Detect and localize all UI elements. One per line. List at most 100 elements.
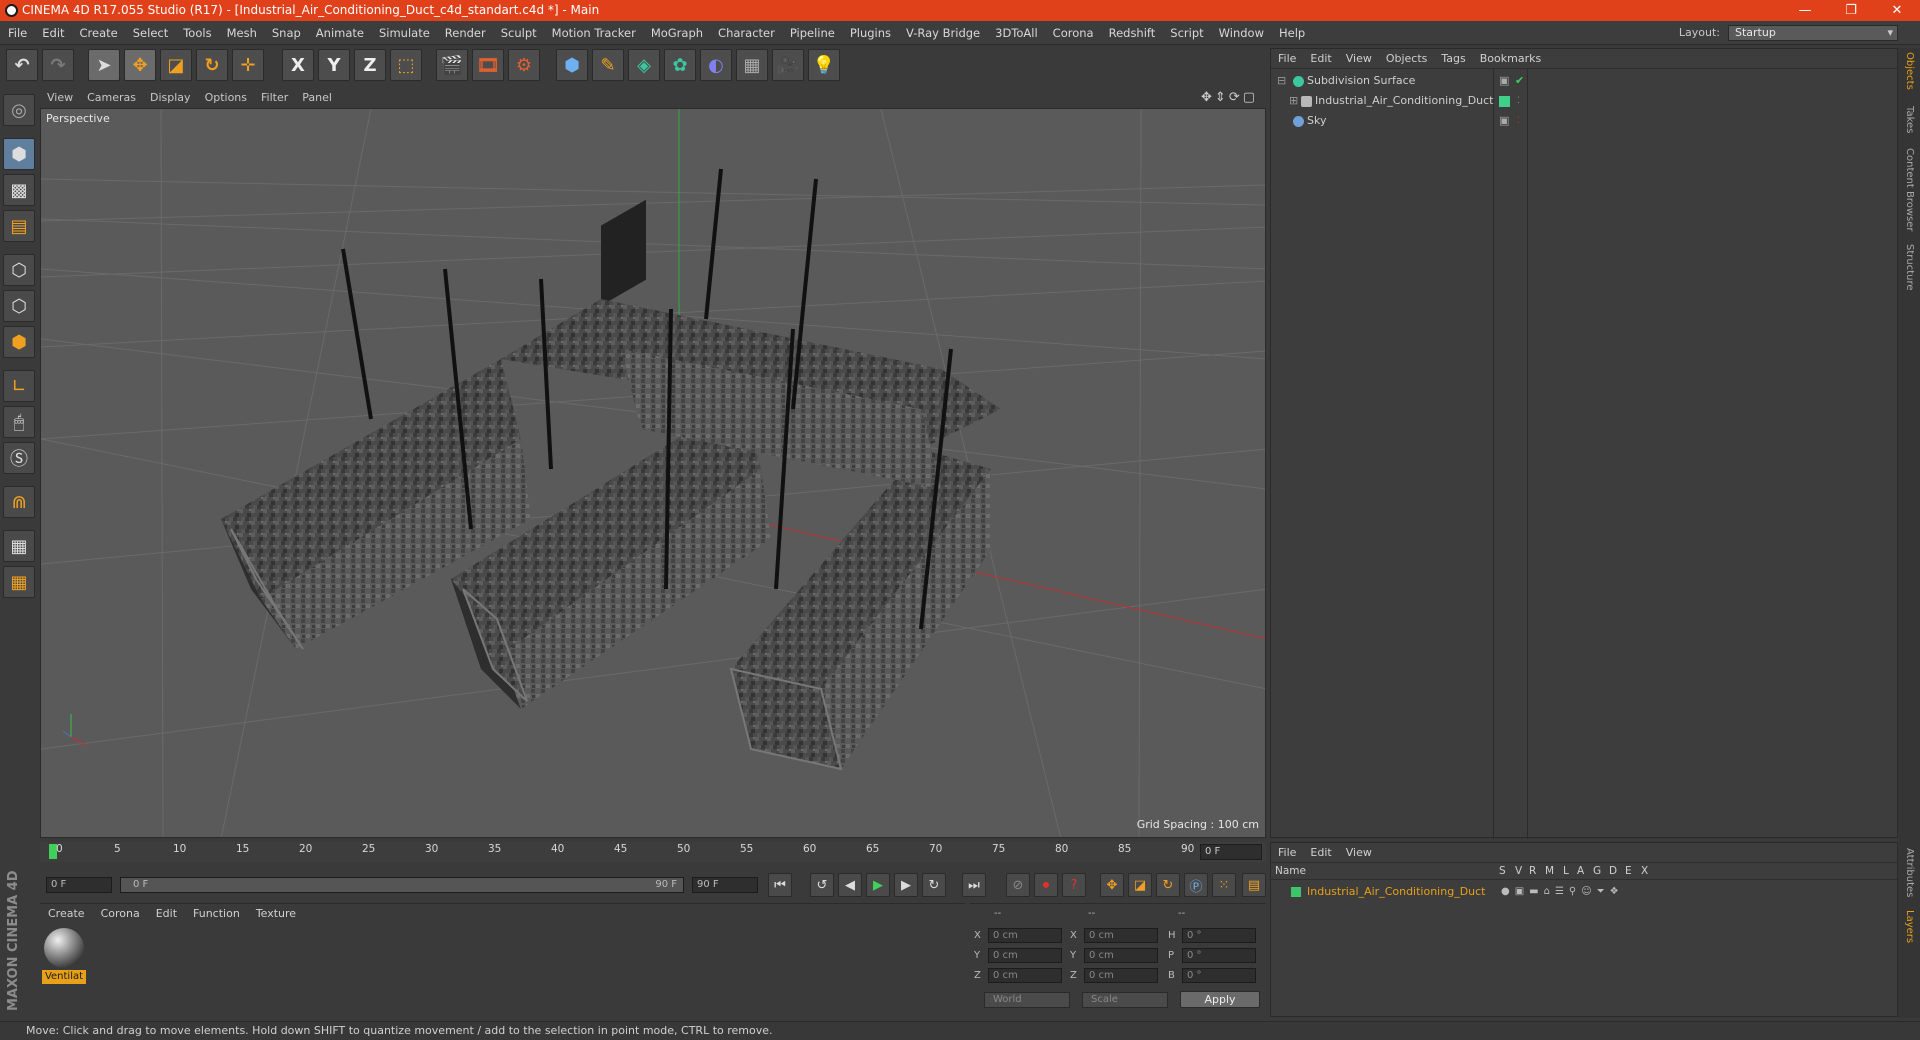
deformer-icon[interactable]: ◐ <box>700 49 732 81</box>
expand-icon[interactable]: ⊞ <box>1289 91 1298 111</box>
material-menu-edit[interactable]: Edit <box>148 904 185 924</box>
menu-plugins[interactable]: Plugins <box>842 21 898 45</box>
visibility-dots-icon[interactable]: ⁚ <box>1517 111 1520 131</box>
position-z-field[interactable]: 0 cm <box>988 968 1062 983</box>
autokey-icon[interactable]: ? <box>1062 873 1086 897</box>
menu-motion-tracker[interactable]: Motion Tracker <box>544 21 643 45</box>
menu-vray-bridge[interactable]: V-Ray Bridge <box>898 21 987 45</box>
menu-snap[interactable]: Snap <box>264 21 308 45</box>
camera-icon[interactable]: 🎥 <box>772 49 804 81</box>
make-editable-icon[interactable]: ◎ <box>3 94 35 126</box>
minimize-button[interactable]: — <box>1782 0 1828 21</box>
menu-edit[interactable]: Edit <box>34 21 71 45</box>
cube-primitive-icon[interactable]: ⬢ <box>556 49 588 81</box>
light-icon[interactable]: 💡 <box>808 49 840 81</box>
menu-animate[interactable]: Animate <box>308 21 371 45</box>
material-menu-texture[interactable]: Texture <box>248 904 304 924</box>
material-name-label[interactable]: Ventilat <box>42 970 86 984</box>
key-point-level-icon[interactable]: ⁙ <box>1212 873 1236 897</box>
size-y-field[interactable]: 0 cm <box>1084 948 1158 963</box>
layer-menu-edit[interactable]: Edit <box>1303 843 1338 863</box>
visibility-dots-icon[interactable]: ⁚ <box>1517 91 1520 111</box>
menu-window[interactable]: Window <box>1211 21 1271 45</box>
menu-create[interactable]: Create <box>72 21 125 45</box>
subdivision-surface-icon[interactable]: ◈ <box>628 49 660 81</box>
menu-character[interactable]: Character <box>710 21 782 45</box>
object-row-subdivision-surface[interactable]: ⊟ Subdivision Surface ▣ ✔ <box>1271 71 1897 91</box>
points-mode-icon[interactable]: ⬡ <box>3 254 35 286</box>
size-mode-dropdown[interactable]: Scale <box>1082 992 1168 1008</box>
object-row-sky[interactable]: Sky ▣ ⁚ <box>1271 111 1897 131</box>
layer-row[interactable]: Industrial_Air_Conditioning_Duct ●▣▬⌂☰⚲☺… <box>1271 882 1897 902</box>
rotate-tool-icon[interactable]: ↻ <box>196 49 228 81</box>
menu-mesh[interactable]: Mesh <box>219 21 264 45</box>
position-x-field[interactable]: 0 cm <box>988 928 1062 943</box>
go-to-end-icon[interactable]: ⏭ <box>962 873 986 897</box>
coordinate-mode-dropdown[interactable]: World <box>984 992 1070 1008</box>
key-scale-icon[interactable]: ◪ <box>1128 873 1152 897</box>
menu-script[interactable]: Script <box>1162 21 1210 45</box>
object-menu-file[interactable]: File <box>1271 49 1303 69</box>
menu-file[interactable]: File <box>0 21 34 45</box>
next-key-icon[interactable]: ↻ <box>922 873 946 897</box>
previous-frame-icon[interactable]: ◀ <box>838 873 862 897</box>
material-menu-create[interactable]: Create <box>40 904 93 924</box>
object-menu-objects[interactable]: Objects <box>1379 49 1435 69</box>
planar-workplane-icon[interactable]: ▦ <box>3 566 35 598</box>
position-y-field[interactable]: 0 cm <box>988 948 1062 963</box>
key-position-icon[interactable]: ✥ <box>1100 873 1124 897</box>
timeline-ruler[interactable]: 0 5 10 15 20 25 30 35 40 45 50 55 60 65 … <box>40 842 1266 862</box>
menu-simulate[interactable]: Simulate <box>371 21 437 45</box>
object-row-duct[interactable]: ⊞ Industrial_Air_Conditioning_Duct ⁚ <box>1271 91 1897 111</box>
z-axis-lock-button[interactable]: Z <box>354 49 386 81</box>
viewport-menu-options[interactable]: Options <box>198 88 254 108</box>
current-frame-field[interactable]: 0 F <box>1200 844 1262 860</box>
x-axis-lock-button[interactable]: X <box>282 49 314 81</box>
menu-corona[interactable]: Corona <box>1045 21 1101 45</box>
motion-record-icon[interactable]: ⊘ <box>1006 873 1030 897</box>
viewport-menu-view[interactable]: View <box>40 88 80 108</box>
record-keys-icon[interactable]: ⏺ <box>1034 873 1058 897</box>
object-menu-tags[interactable]: Tags <box>1434 49 1472 69</box>
layer-name[interactable]: Industrial_Air_Conditioning_Duct <box>1307 882 1486 902</box>
layer-toggle-icons[interactable]: ●▣▬⌂☰⚲☺⏷❖ <box>1501 882 1624 902</box>
workplane-icon[interactable]: ▤ <box>3 210 35 242</box>
material-menu-function[interactable]: Function <box>185 904 248 924</box>
layer-menu-file[interactable]: File <box>1271 843 1303 863</box>
render-settings-icon[interactable]: ⚙ <box>508 49 540 81</box>
material-menu-corona[interactable]: Corona <box>93 904 148 924</box>
menu-help[interactable]: Help <box>1271 21 1312 45</box>
play-icon[interactable]: ▶ <box>866 873 890 897</box>
menu-sculpt[interactable]: Sculpt <box>493 21 544 45</box>
polygons-mode-icon[interactable]: ⬢ <box>3 326 35 358</box>
start-frame-field[interactable]: 0 F <box>46 877 112 893</box>
select-cursor-icon[interactable]: ➤ <box>88 49 120 81</box>
tag-icon[interactable]: ▣ <box>1499 111 1509 131</box>
size-x-field[interactable]: 0 cm <box>1084 928 1158 943</box>
pen-spline-icon[interactable]: ✎ <box>592 49 624 81</box>
frame-range-slider[interactable]: 0 F 90 F <box>120 877 684 893</box>
rotation-b-field[interactable]: 0 ° <box>1182 968 1256 983</box>
redo-icon[interactable]: ↷ <box>42 49 74 81</box>
object-menu-bookmarks[interactable]: Bookmarks <box>1473 49 1548 69</box>
coordinate-system-icon[interactable]: ⬚ <box>390 49 422 81</box>
menu-mograph[interactable]: MoGraph <box>643 21 710 45</box>
enabled-check-icon[interactable]: ✔ <box>1515 71 1524 91</box>
menu-3dtoall[interactable]: 3DToAll <box>987 21 1045 45</box>
previous-key-icon[interactable]: ↺ <box>810 873 834 897</box>
perspective-viewport[interactable]: Perspective Grid Spacing : 100 cm <box>40 108 1266 838</box>
transform-tool-icon[interactable]: ✛ <box>232 49 264 81</box>
lock-workplane-icon[interactable]: ▦ <box>3 530 35 562</box>
model-mode-icon[interactable]: ⬢ <box>3 138 35 170</box>
cloner-icon[interactable]: ✿ <box>664 49 696 81</box>
maximize-button[interactable]: ❐ <box>1828 0 1874 21</box>
menu-render[interactable]: Render <box>437 21 493 45</box>
key-rotation-icon[interactable]: ↻ <box>1156 873 1180 897</box>
layer-color-icon[interactable] <box>1499 96 1510 107</box>
collapse-icon[interactable]: ⊟ <box>1277 71 1286 91</box>
viewport-menu-display[interactable]: Display <box>143 88 198 108</box>
timeline-window-icon[interactable]: ▤ <box>1242 873 1266 897</box>
go-to-start-icon[interactable]: ⏮ <box>768 873 792 897</box>
solo-mode-icon[interactable]: Ⓢ <box>3 442 35 474</box>
edges-mode-icon[interactable]: ⬡ <box>3 290 35 322</box>
